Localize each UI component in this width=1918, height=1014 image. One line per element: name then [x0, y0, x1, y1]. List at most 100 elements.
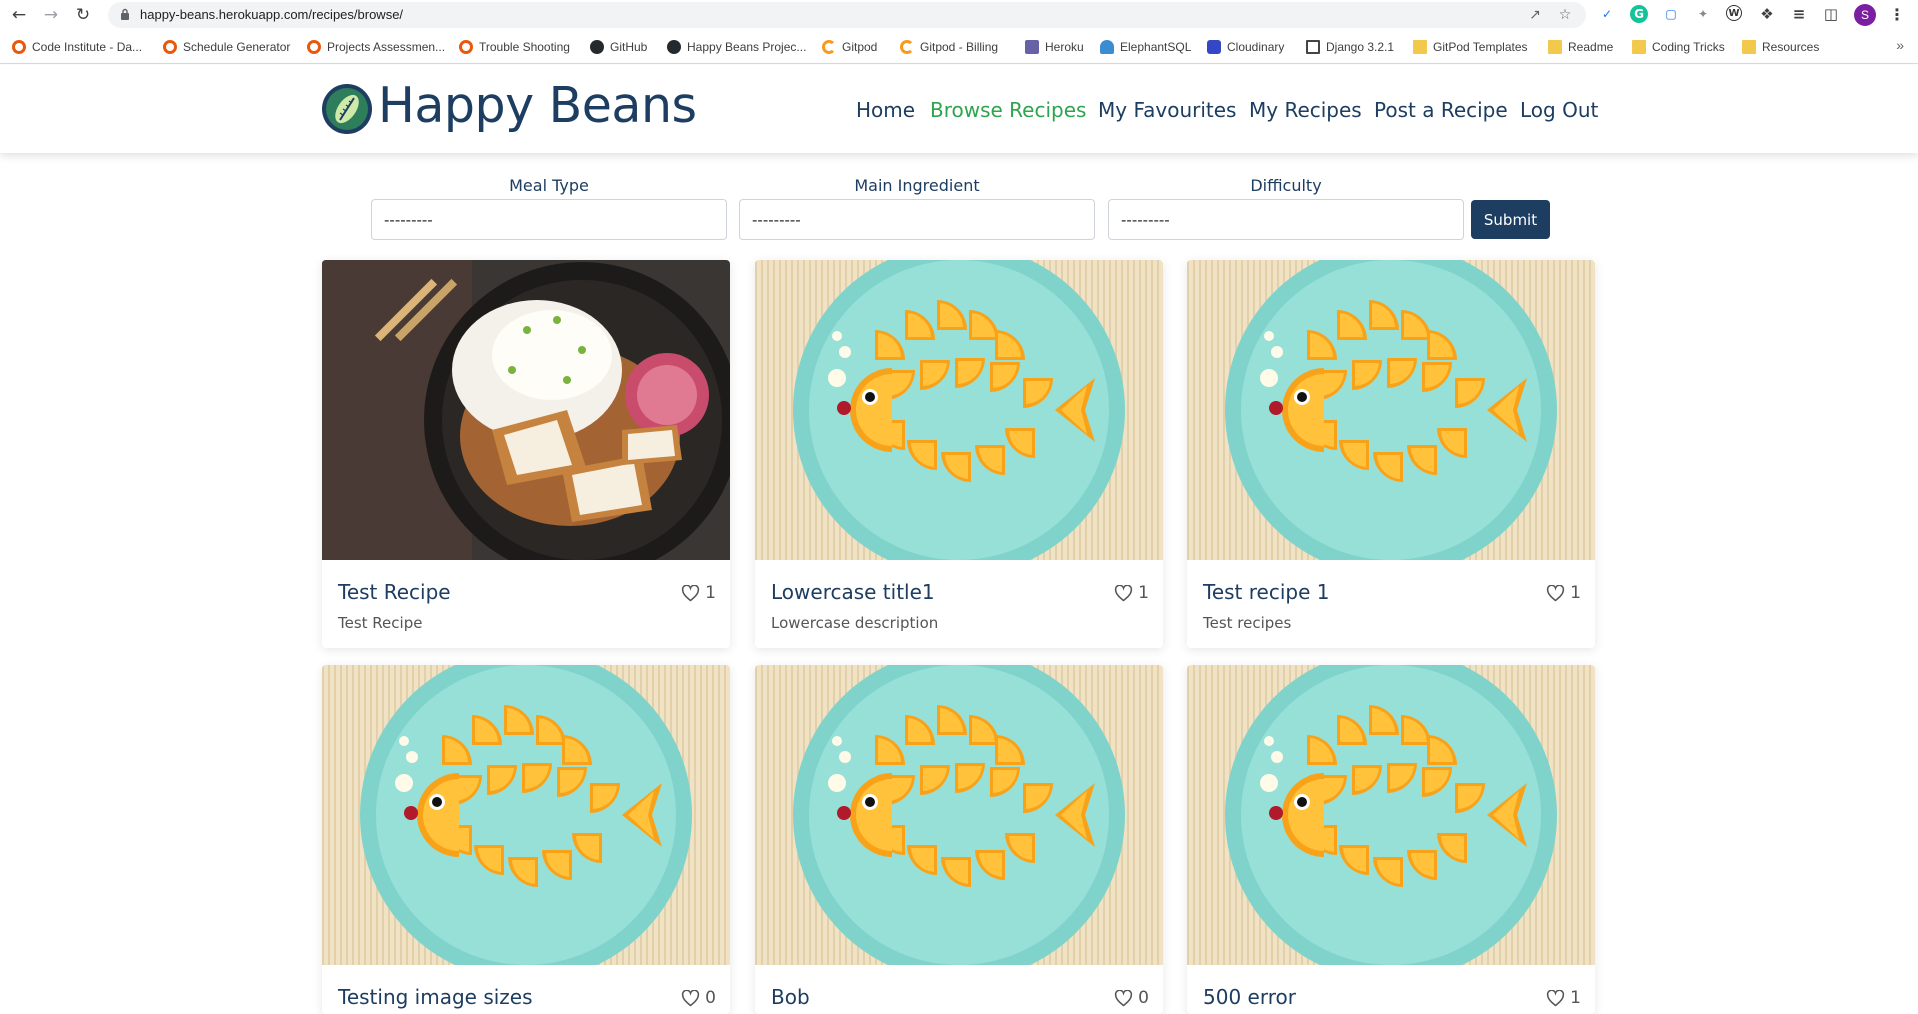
profile-avatar[interactable]: S [1854, 4, 1876, 26]
meal-type-select[interactable]: --------- [371, 199, 727, 240]
side-panel-icon[interactable]: ◫ [1822, 5, 1840, 23]
bookmark-gitpod-templates[interactable]: GitPod Templates [1413, 38, 1528, 56]
lock-icon [121, 8, 129, 20]
github-icon [590, 40, 604, 54]
main-ingredient-select[interactable]: --------- [739, 199, 1095, 240]
orange-fish-image[interactable] [322, 665, 730, 965]
nav-my-recipes[interactable]: My Recipes [1249, 98, 1362, 124]
brand-title[interactable]: Happy Beans [378, 77, 697, 134]
heart-icon[interactable] [681, 584, 700, 602]
bookmarks-overflow-icon[interactable]: » [1896, 37, 1904, 53]
bookmarks-bar: Code Institute - Da... Schedule Generato… [0, 36, 1918, 58]
orange-fish-image[interactable] [1187, 260, 1595, 560]
heart-icon[interactable] [1114, 584, 1133, 602]
recipe-card[interactable]: Test Recipe 1 Test Recipe [322, 260, 730, 648]
recipe-card[interactable]: Testing image sizes 0 [322, 665, 730, 1014]
submit-button[interactable]: Submit [1471, 200, 1550, 239]
nav-log-out[interactable]: Log Out [1520, 98, 1598, 124]
wordpress-icon[interactable]: W [1726, 5, 1742, 21]
bookmark-heroku[interactable]: Heroku [1025, 38, 1084, 56]
folder-icon [1413, 40, 1427, 54]
ring-icon [12, 40, 26, 54]
ring-icon [307, 40, 321, 54]
recipe-card[interactable]: Test recipe 1 1 Test recipes [1187, 260, 1595, 648]
bookmark-github[interactable]: GitHub [590, 38, 647, 56]
like-counter[interactable]: 1 [681, 583, 716, 603]
recipe-card[interactable]: Lowercase title1 1 Lowercase description [755, 260, 1163, 648]
recipe-description: Test recipes [1203, 614, 1292, 632]
rice-bowl-image[interactable] [322, 260, 730, 560]
like-count: 1 [1138, 583, 1149, 603]
gitpod-icon [900, 40, 914, 54]
like-counter[interactable]: 0 [681, 988, 716, 1008]
bookmark-readme[interactable]: Readme [1548, 38, 1613, 56]
like-counter[interactable]: 1 [1546, 988, 1581, 1008]
heart-icon[interactable] [681, 989, 700, 1007]
extension-check-icon[interactable]: ✓ [1598, 5, 1616, 23]
heart-icon[interactable] [1546, 584, 1565, 602]
recipe-card[interactable]: Bob 0 [755, 665, 1163, 1014]
recipe-title[interactable]: Lowercase title1 [771, 580, 935, 604]
nav-home[interactable]: Home [856, 98, 915, 124]
share-icon[interactable]: ↗ [1526, 6, 1544, 24]
nav-browse-recipes[interactable]: Browse Recipes [930, 98, 1086, 124]
orange-fish-image[interactable] [755, 260, 1163, 560]
ring-icon [459, 40, 473, 54]
like-count: 0 [705, 988, 716, 1008]
recipe-title[interactable]: 500 error [1203, 985, 1296, 1009]
address-bar[interactable]: happy-beans.herokuapp.com/recipes/browse… [108, 2, 1586, 28]
extension-unicorn-icon[interactable]: ✦ [1694, 5, 1712, 23]
grammarly-icon[interactable]: G [1630, 5, 1648, 23]
orange-fish-image[interactable] [1187, 665, 1595, 965]
bookmark-elephantsql[interactable]: ElephantSQL [1100, 38, 1191, 56]
recipe-title[interactable]: Bob [771, 985, 810, 1009]
like-count: 1 [1570, 988, 1581, 1008]
browser-toolbar: ← → ↻ happy-beans.herokuapp.com/recipes/… [0, 0, 1918, 30]
bookmark-happy-beans-project[interactable]: Happy Beans Projec... [667, 38, 806, 56]
recipe-title[interactable]: Test recipe 1 [1203, 580, 1329, 604]
forward-icon[interactable]: → [40, 4, 62, 26]
bookmark-gitpod[interactable]: Gitpod [822, 38, 877, 56]
orange-fish-image[interactable] [755, 665, 1163, 965]
bookmark-code-institute[interactable]: Code Institute - Da... [12, 38, 142, 56]
bookmark-schedule-generator[interactable]: Schedule Generator [163, 38, 290, 56]
ring-icon [163, 40, 177, 54]
extensions-puzzle-icon[interactable]: ❖ [1758, 5, 1776, 23]
bookmark-gitpod-billing[interactable]: Gitpod - Billing [900, 38, 998, 56]
bookmark-cloudinary[interactable]: Cloudinary [1207, 38, 1284, 56]
bookmark-resources[interactable]: Resources [1742, 38, 1819, 56]
like-counter[interactable]: 1 [1114, 583, 1149, 603]
difficulty-select[interactable]: --------- [1108, 199, 1464, 240]
browser-menu-icon[interactable]: ⋮ [1888, 5, 1906, 24]
nav-my-favourites[interactable]: My Favourites [1098, 98, 1236, 124]
like-count: 1 [705, 583, 716, 603]
like-count: 0 [1138, 988, 1149, 1008]
bookmark-star-icon[interactable]: ☆ [1556, 6, 1574, 24]
heart-icon[interactable] [1114, 989, 1133, 1007]
recipe-description: Test Recipe [338, 614, 423, 632]
recipe-title[interactable]: Test Recipe [338, 580, 451, 604]
heart-icon[interactable] [1546, 989, 1565, 1007]
back-icon[interactable]: ← [8, 4, 30, 26]
browser-chrome: ← → ↻ happy-beans.herokuapp.com/recipes/… [0, 0, 1918, 64]
bookmark-coding-tricks[interactable]: Coding Tricks [1632, 38, 1725, 56]
like-counter[interactable]: 1 [1546, 583, 1581, 603]
django-icon [1306, 40, 1320, 54]
reading-list-icon[interactable]: ≡ [1790, 5, 1808, 23]
like-count: 1 [1570, 583, 1581, 603]
bookmark-django[interactable]: Django 3.2.1 [1306, 38, 1394, 56]
reload-icon[interactable]: ↻ [72, 4, 94, 26]
url-text: happy-beans.herokuapp.com/recipes/browse… [140, 7, 404, 22]
bookmark-trouble-shooting[interactable]: Trouble Shooting [459, 38, 570, 56]
elephantsql-icon [1100, 40, 1114, 54]
like-counter[interactable]: 0 [1114, 988, 1149, 1008]
bookmark-projects-assessment[interactable]: Projects Assessmen... [307, 38, 445, 56]
recipe-card[interactable]: 500 error 1 [1187, 665, 1595, 1014]
recipe-title[interactable]: Testing image sizes [338, 985, 533, 1009]
cloudinary-icon [1207, 40, 1221, 54]
coffee-bean-logo-icon[interactable] [320, 82, 374, 136]
nav-post-a-recipe[interactable]: Post a Recipe [1374, 98, 1508, 124]
gitpod-icon [822, 40, 836, 54]
extension-doc-icon[interactable]: ▢ [1662, 5, 1680, 23]
site-header: Happy Beans Home Browse Recipes My Favou… [0, 65, 1918, 153]
